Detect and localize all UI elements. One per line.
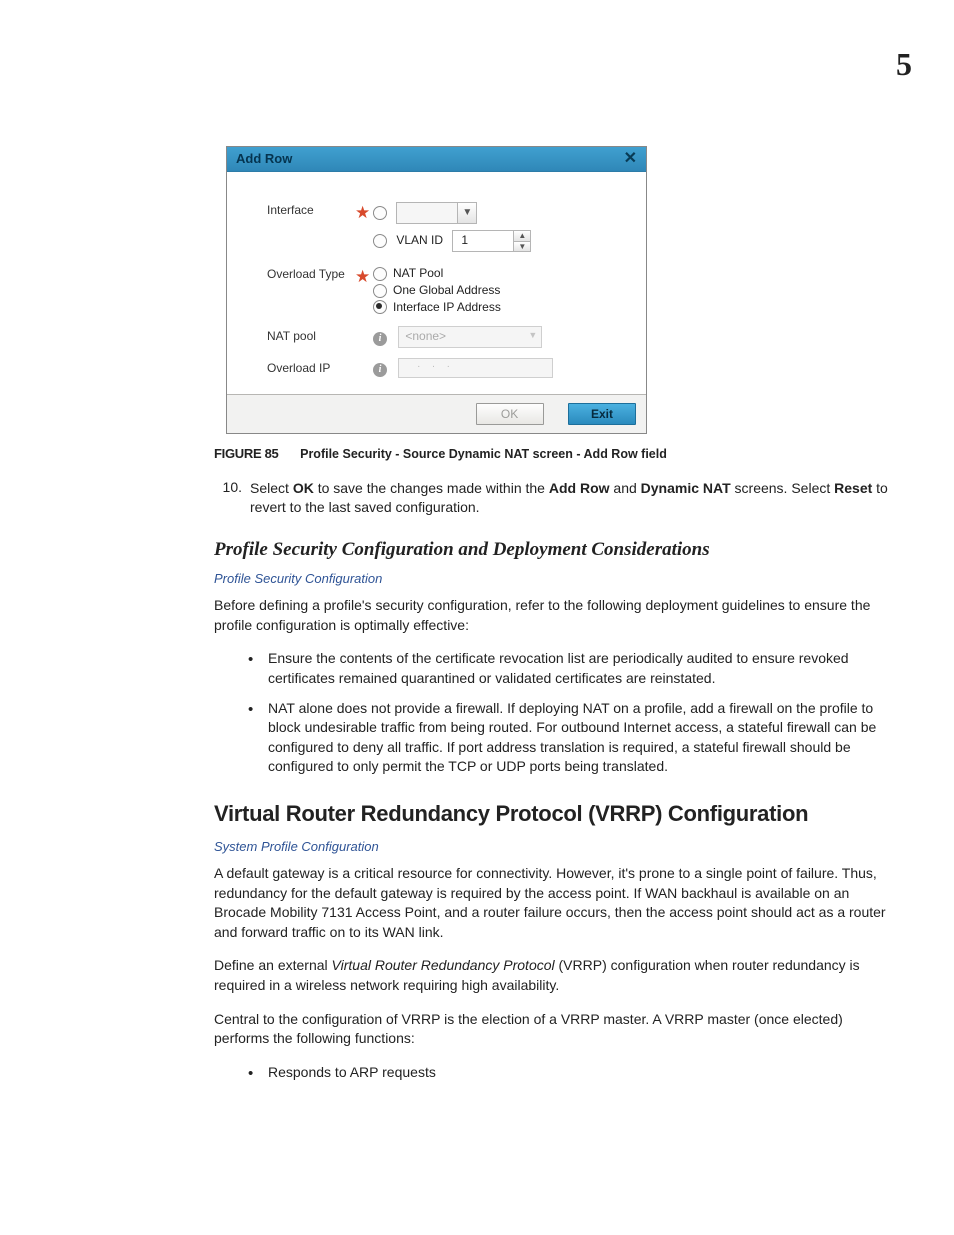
figure-label: FIGURE 85	[214, 446, 278, 461]
interface-dropdown[interactable]: ▼	[396, 202, 477, 224]
system-profile-config-link[interactable]: System Profile Configuration	[214, 839, 890, 854]
nat-pool-label: NAT pool	[267, 326, 355, 343]
list-item: Ensure the contents of the certificate r…	[214, 649, 890, 688]
bullet-list: Responds to ARP requests	[214, 1063, 890, 1083]
info-icon[interactable]: i	[373, 332, 387, 346]
chevron-down-icon: ▼	[457, 203, 476, 223]
row-nat-pool: NAT pool ★ i <none>	[267, 326, 630, 348]
interface-label: Interface	[267, 200, 355, 217]
paragraph: Define an external Virtual Router Redund…	[214, 956, 890, 995]
spinner-down-icon[interactable]: ▼	[514, 242, 530, 252]
required-icon: ★	[355, 272, 365, 282]
paragraph: Central to the configuration of VRRP is …	[214, 1010, 890, 1049]
dialog-title: Add Row	[236, 151, 292, 166]
row-overload-ip: Overload IP ★ i ...	[267, 358, 630, 378]
list-item: NAT alone does not provide a firewall. I…	[214, 699, 890, 777]
interface-radio-dropdown[interactable]	[373, 206, 387, 220]
figure-title: Profile Security - Source Dynamic NAT sc…	[300, 447, 667, 461]
interface-radio-vlan[interactable]	[373, 234, 387, 248]
step-10: 10. Select OK to save the changes made w…	[214, 479, 890, 517]
page-content: Add Row ✕ Interface ★ ▼ VLAN ID	[214, 146, 890, 1102]
bullet-list: Ensure the contents of the certificate r…	[214, 649, 890, 777]
row-interface: Interface ★ ▼ VLAN ID 1 ▲▼	[267, 200, 630, 254]
info-icon[interactable]: i	[373, 363, 387, 377]
step-number: 10.	[214, 479, 250, 517]
radio-nat-pool[interactable]	[373, 267, 387, 281]
ok-button[interactable]: OK	[476, 403, 544, 425]
overload-type-label: Overload Type	[267, 264, 355, 281]
list-item: Responds to ARP requests	[214, 1063, 890, 1083]
exit-button[interactable]: Exit	[568, 403, 636, 425]
nat-pool-dropdown[interactable]: <none>	[398, 326, 542, 348]
close-icon[interactable]: ✕	[624, 153, 637, 165]
required-icon: ★	[355, 208, 365, 218]
overload-ip-label: Overload IP	[267, 358, 355, 375]
row-overload-type: Overload Type ★ NAT Pool One Global Addr…	[267, 264, 630, 316]
overload-ip-field[interactable]: ...	[398, 358, 553, 378]
radio-one-global[interactable]	[373, 284, 387, 298]
paragraph: A default gateway is a critical resource…	[214, 864, 890, 942]
add-row-dialog: Add Row ✕ Interface ★ ▼ VLAN ID	[226, 146, 647, 434]
paragraph: Before defining a profile's security con…	[214, 596, 890, 635]
vlan-id-stepper[interactable]: 1 ▲▼	[452, 230, 531, 252]
dialog-titlebar: Add Row ✕	[227, 147, 646, 172]
step-body: Select OK to save the changes made withi…	[250, 479, 890, 517]
vlan-id-label: VLAN ID	[396, 233, 443, 247]
page-number: 5	[896, 46, 912, 83]
section-heading: Virtual Router Redundancy Protocol (VRRP…	[214, 801, 890, 827]
subsection-heading: Profile Security Configuration and Deplo…	[214, 539, 890, 561]
radio-interface-ip[interactable]	[373, 300, 387, 314]
dialog-footer: OK Exit	[227, 394, 646, 433]
profile-security-config-link[interactable]: Profile Security Configuration	[214, 571, 890, 586]
dialog-body: Interface ★ ▼ VLAN ID 1 ▲▼	[227, 172, 646, 394]
spinner-up-icon[interactable]: ▲	[514, 231, 530, 242]
figure-caption: FIGURE 85 Profile Security - Source Dyna…	[214, 446, 890, 461]
